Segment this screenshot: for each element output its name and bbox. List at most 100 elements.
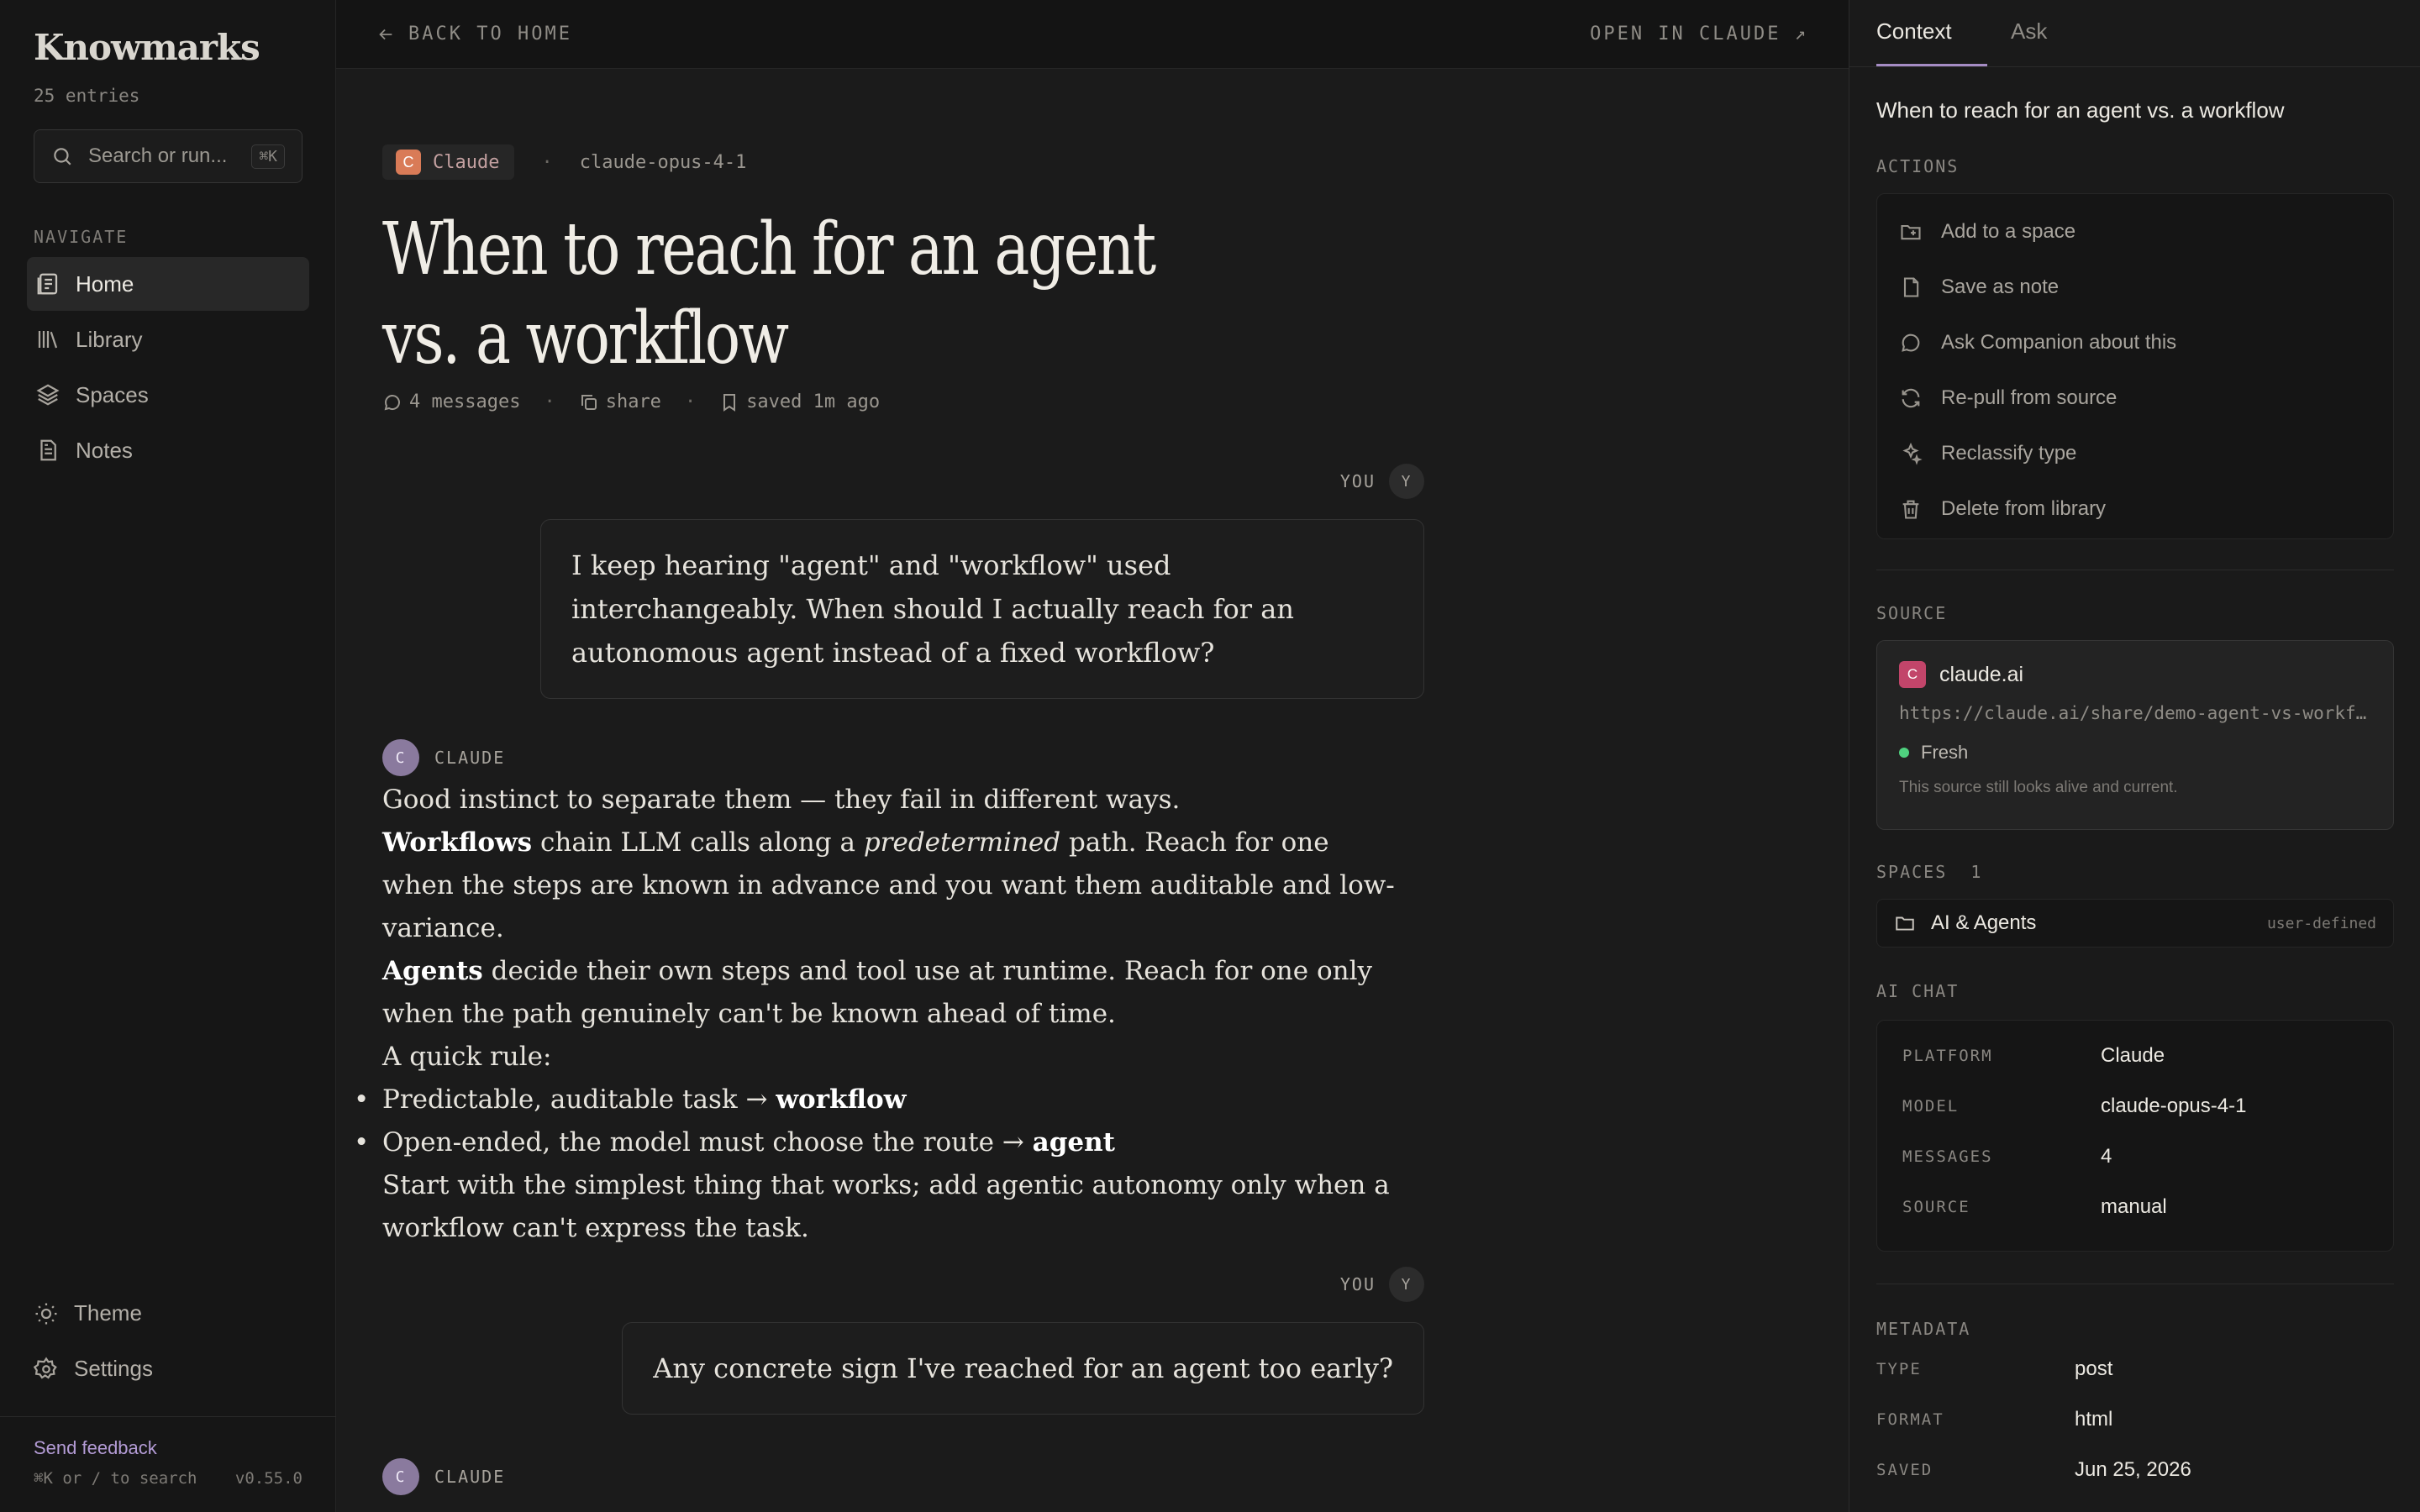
answer-agents: Agents decide their own steps and tool u… <box>382 956 1373 1029</box>
main-content: C Claude · claude-opus-4-1 When to reach… <box>336 69 1849 1512</box>
sun-icon <box>35 1303 57 1324</box>
assistant-label: C CLAUDE <box>382 739 505 776</box>
user-label: YOU Y <box>1340 464 1424 499</box>
source-url[interactable]: https://claude.ai/share/demo-agent-vs-wo… <box>1899 703 2371 723</box>
theme-label: Theme <box>74 1300 142 1326</box>
user-message: I keep hearing "agent" and "workflow" us… <box>540 519 1424 699</box>
space-item[interactable]: AI & Agents user-defined <box>1876 899 2394 948</box>
sidebar-item-label: Home <box>76 270 134 297</box>
detail-row: SAVED Jun 25, 2026 <box>1876 1458 2191 1481</box>
detail-row: TYPE post <box>1876 1357 2113 1380</box>
spaces-count: 1 <box>1970 862 1983 882</box>
app-logo[interactable]: Knowmarks <box>34 27 260 68</box>
delete-button[interactable]: Delete from library <box>1877 481 2393 537</box>
metadata-label: METADATA <box>1876 1319 1971 1339</box>
source-note: This source still looks alive and curren… <box>1899 779 2178 796</box>
search-hint: ⌘K or / to search <box>34 1469 197 1488</box>
answer-rule: A quick rule: <box>382 1042 552 1072</box>
source-status: Fresh <box>1899 742 2371 764</box>
home-icon <box>37 273 58 295</box>
search-box[interactable]: Search or run... ⌘K <box>34 129 302 183</box>
ai-chat-details: PLATFORM Claude MODEL claude-opus-4-1 MESS… <box>1876 1020 2394 1252</box>
source-label: SOURCE <box>1876 603 1948 623</box>
actions-label: ACTIONS <box>1876 156 1960 176</box>
active-tab-indicator <box>1876 64 1987 66</box>
chat-bubble-icon <box>1902 333 1920 352</box>
user-avatar: Y <box>1389 1267 1424 1302</box>
answer-intro: Good instinct to separate them — they fa… <box>382 785 1181 815</box>
trash-icon <box>1902 500 1919 519</box>
tab-context[interactable]: Context <box>1876 18 1952 45</box>
actions-list: Add to a space Save as note Ask Companio… <box>1876 193 2394 539</box>
theme-button[interactable]: Theme <box>34 1300 142 1326</box>
refresh-icon <box>1902 388 1920 408</box>
assistant-message: Good instinct to separate them — they fa… <box>354 779 1407 1250</box>
context-panel: Context Ask When to reach for an agent v… <box>1849 0 2420 1512</box>
list-item: Open-ended, the model must choose the ro… <box>354 1121 1407 1164</box>
answer-closing: Start with the simplest thing that works… <box>382 1170 1390 1243</box>
detail-row: MESSAGES 4 <box>1902 1145 2112 1168</box>
list-item: Predictable, auditable task → workflow <box>354 1079 1407 1121</box>
back-label: BACK TO HOME <box>408 24 572 45</box>
gear-icon <box>34 1356 57 1379</box>
open-label: OPEN IN CLAUDE ↗ <box>1590 24 1808 45</box>
nav-section-label: NAVIGATE <box>34 227 129 247</box>
settings-button[interactable]: Settings <box>34 1356 153 1382</box>
entry-count: 25 entries <box>34 86 140 106</box>
detail-row: PLATFORM Claude <box>1902 1044 2165 1067</box>
search-shortcut: ⌘K <box>251 144 285 169</box>
folder-icon <box>1896 916 1914 931</box>
answer-list: Predictable, auditable task → workflow O… <box>354 1079 1407 1164</box>
status-dot-icon <box>1899 748 1909 758</box>
detail-row: SOURCE manual <box>1902 1195 2167 1218</box>
user-message: Any concrete sign I've reached for an ag… <box>622 1322 1424 1415</box>
send-feedback-link[interactable]: Send feedback <box>34 1437 302 1459</box>
sidebar-item-spaces[interactable]: Spaces <box>27 368 309 422</box>
settings-label: Settings <box>74 1356 153 1381</box>
assistant-avatar: C <box>382 739 419 776</box>
add-to-space-button[interactable]: Add to a space <box>1877 204 2393 260</box>
ai-chat-label: AI CHAT <box>1876 981 1960 1001</box>
panel-title: When to reach for an agent vs. a workflo… <box>1876 97 2285 123</box>
space-tag: user-defined <box>2266 914 2376 932</box>
sidebar-item-label: Notes <box>76 437 133 463</box>
detail-row: FORMAT html <box>1876 1408 2113 1431</box>
version-label: v0.55.0 <box>234 1469 302 1488</box>
space-name: AI & Agents <box>1931 911 2037 934</box>
back-to-home-link[interactable]: BACK TO HOME <box>376 24 572 45</box>
sparkles-icon <box>1902 442 1923 465</box>
file-icon <box>1903 277 1919 297</box>
source-name: claude.ai <box>1939 662 2024 686</box>
spaces-label: SPACES 1 <box>1876 862 1983 882</box>
source-logo-icon: C <box>1899 661 1926 688</box>
sidebar: Knowmarks 25 entries Search or run... ⌘K… <box>0 0 336 1512</box>
topbar: BACK TO HOME OPEN IN CLAUDE ↗ <box>336 0 1849 69</box>
library-icon <box>38 331 58 349</box>
reclassify-button[interactable]: Reclassify type <box>1877 426 2393 481</box>
user-avatar: Y <box>1389 464 1424 499</box>
detail-row: MODEL claude-opus-4-1 <box>1902 1095 2247 1117</box>
ask-companion-button[interactable]: Ask Companion about this <box>1877 315 2393 370</box>
source-card[interactable]: C claude.ai https://claude.ai/share/demo… <box>1876 640 2394 830</box>
note-icon <box>40 439 56 461</box>
conversation: YOU Y I keep hearing "agent" and "workfl… <box>354 69 1424 1512</box>
folder-plus-icon <box>1901 224 1921 240</box>
panel-tabs: Context Ask <box>1849 0 2420 67</box>
search-icon <box>54 148 71 165</box>
answer-workflows: Workflows chain LLM calls along a predet… <box>382 827 1395 943</box>
re-pull-button[interactable]: Re-pull from source <box>1877 370 2393 426</box>
sidebar-item-home[interactable]: Home <box>27 257 309 311</box>
open-in-claude-link[interactable]: OPEN IN CLAUDE ↗ <box>1590 24 1808 45</box>
assistant-label: C CLAUDE <box>382 1458 505 1495</box>
sidebar-footer: Send feedback ⌘K or / to search v0.55.0 <box>0 1416 336 1508</box>
sidebar-item-notes[interactable]: Notes <box>27 423 309 477</box>
search-placeholder: Search or run... <box>88 144 228 167</box>
save-as-note-button[interactable]: Save as note <box>1877 260 2393 315</box>
arrow-left-icon <box>379 29 392 39</box>
sidebar-item-library[interactable]: Library <box>27 312 309 366</box>
user-label: YOU Y <box>1340 1267 1424 1302</box>
layers-icon <box>36 384 60 406</box>
assistant-avatar: C <box>382 1458 419 1495</box>
tab-ask[interactable]: Ask <box>2011 18 2047 45</box>
sidebar-item-label: Library <box>76 326 143 352</box>
